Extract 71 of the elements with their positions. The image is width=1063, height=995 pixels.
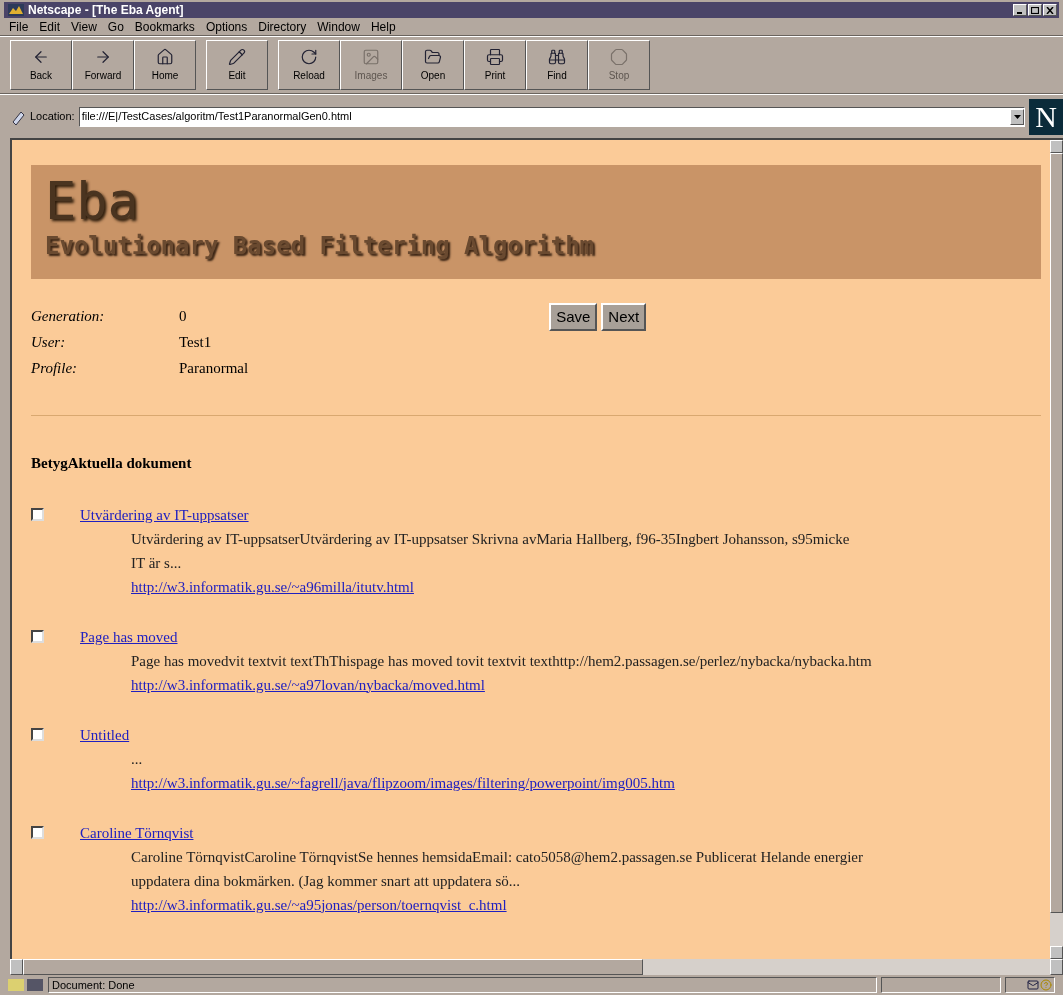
menu-item[interactable]: Help (370, 17, 396, 36)
document-snippet: IT är s... (131, 553, 183, 573)
toolbar-button[interactable]: Forward (72, 40, 134, 90)
app-logo-icon (8, 4, 24, 16)
menu-item[interactable]: Edit (39, 17, 61, 36)
section-heading: BetygAktuella dokument (31, 454, 193, 473)
toolbar-button[interactable]: Print (464, 40, 526, 90)
toolbar-button[interactable]: Reload (278, 40, 340, 90)
document-title-link[interactable]: Caroline Törnqvist (80, 820, 863, 845)
window-title: Netscape - [The Eba Agent] (28, 2, 184, 19)
document-url-link[interactable]: http://w3.informatik.gu.se/~a97lovan/nybacka/moved.html (131, 672, 872, 697)
checkbox[interactable] (31, 825, 44, 839)
menu-item[interactable]: Directory (258, 17, 307, 36)
folder-icon (424, 47, 442, 66)
location-label: Location: (30, 109, 75, 125)
location-field[interactable]: file:///E|/TestCases/algoritm/Test1ParanormalGen0.html (78, 106, 1025, 127)
document-snippet: Utvärdering av IT-uppsatserUtvärdering av IT-uppsatser Skrivna avMaria Hallberg, f96-35Ingbert Johansson, s95micke (131, 529, 850, 549)
image-icon (362, 47, 380, 66)
house-icon (156, 47, 174, 66)
menu-item[interactable]: Bookmarks (134, 17, 195, 36)
menu-item[interactable]: File (9, 17, 29, 36)
document-snippet: Caroline TörnqvistCaroline TörnqvistSe hennes hemsidaEmail: cato5058@hem2.passagen.se Publicerat Helande energier (131, 847, 863, 867)
close-icon (1046, 6, 1054, 14)
pencil-icon (228, 47, 246, 66)
vertical-scrollbar[interactable] (1050, 140, 1063, 959)
reload-icon (300, 47, 318, 66)
document-title-link[interactable]: Page has moved (80, 624, 872, 649)
checkbox[interactable] (31, 727, 44, 741)
netscape-logo: N (1029, 98, 1063, 135)
toolbar-button[interactable]: Open (402, 40, 464, 90)
binoculars-icon (548, 47, 566, 66)
banner-subtitle: Evolutionary Based Filtering Algorithm (45, 231, 596, 261)
info-label: Profile: (31, 359, 79, 378)
document-snippet: uppdatera dina bokmärken. (Jag kommer snart att uppdatera sö... (131, 871, 522, 891)
minimize-button[interactable] (1013, 4, 1027, 16)
document-snippet: Page has movedvit textvit textThThispage has moved tovit textvit texthttp://hem2.passagen.se/perlez/nybacka/nybacka.htm (131, 651, 872, 671)
info-value: Paranormal (179, 359, 249, 378)
menu-item[interactable]: View (71, 17, 97, 36)
toolbar-button[interactable]: Edit (206, 40, 268, 90)
maximize-icon (1031, 6, 1039, 14)
info-label: Generation: (31, 307, 106, 326)
info-value: 0 (179, 307, 188, 326)
menu-item[interactable]: Window (317, 17, 360, 36)
document-title-link[interactable]: Utvärdering av IT-uppsatser (80, 502, 850, 527)
mail-icon[interactable] (1027, 979, 1039, 991)
info-value: Test1 (179, 333, 213, 352)
horizontal-scrollbar[interactable] (10, 959, 1063, 975)
checkbox[interactable] (31, 629, 44, 643)
maximize-button[interactable] (1028, 4, 1042, 16)
form-button[interactable]: Save (549, 303, 598, 331)
close-button[interactable] (1043, 4, 1057, 16)
caret-icon (1013, 114, 1021, 119)
document-url-link[interactable]: http://w3.informatik.gu.se/~a95jonas/person/toernqvist_c.html (131, 892, 863, 917)
toolbar-button[interactable]: Back (10, 40, 72, 90)
checkbox[interactable] (31, 507, 44, 521)
octagon-icon (610, 47, 628, 66)
document-url-link[interactable]: http://w3.informatik.gu.se/~fagrell/java/flipzoom/images/filtering/powerpoint/img005.htm (131, 770, 675, 795)
menu-item[interactable]: Go (107, 17, 124, 36)
toolbar-button[interactable]: Find (526, 40, 588, 90)
toolbar-button[interactable]: Home (134, 40, 196, 90)
status-text: Document: Done (48, 977, 877, 993)
printer-icon (486, 47, 504, 66)
info-label: User: (31, 333, 67, 352)
menu-item[interactable]: Options (205, 17, 248, 36)
dropdown-button[interactable] (1010, 108, 1024, 125)
form-button[interactable]: Next (601, 303, 647, 331)
banner-title: Eba (45, 171, 140, 231)
security-icon (8, 979, 44, 991)
document-snippet: ... (131, 749, 144, 769)
document-title-link[interactable]: Untitled (80, 722, 675, 747)
document-url-link[interactable]: http://w3.informatik.gu.se/~a96milla/itutv.html (131, 574, 850, 599)
